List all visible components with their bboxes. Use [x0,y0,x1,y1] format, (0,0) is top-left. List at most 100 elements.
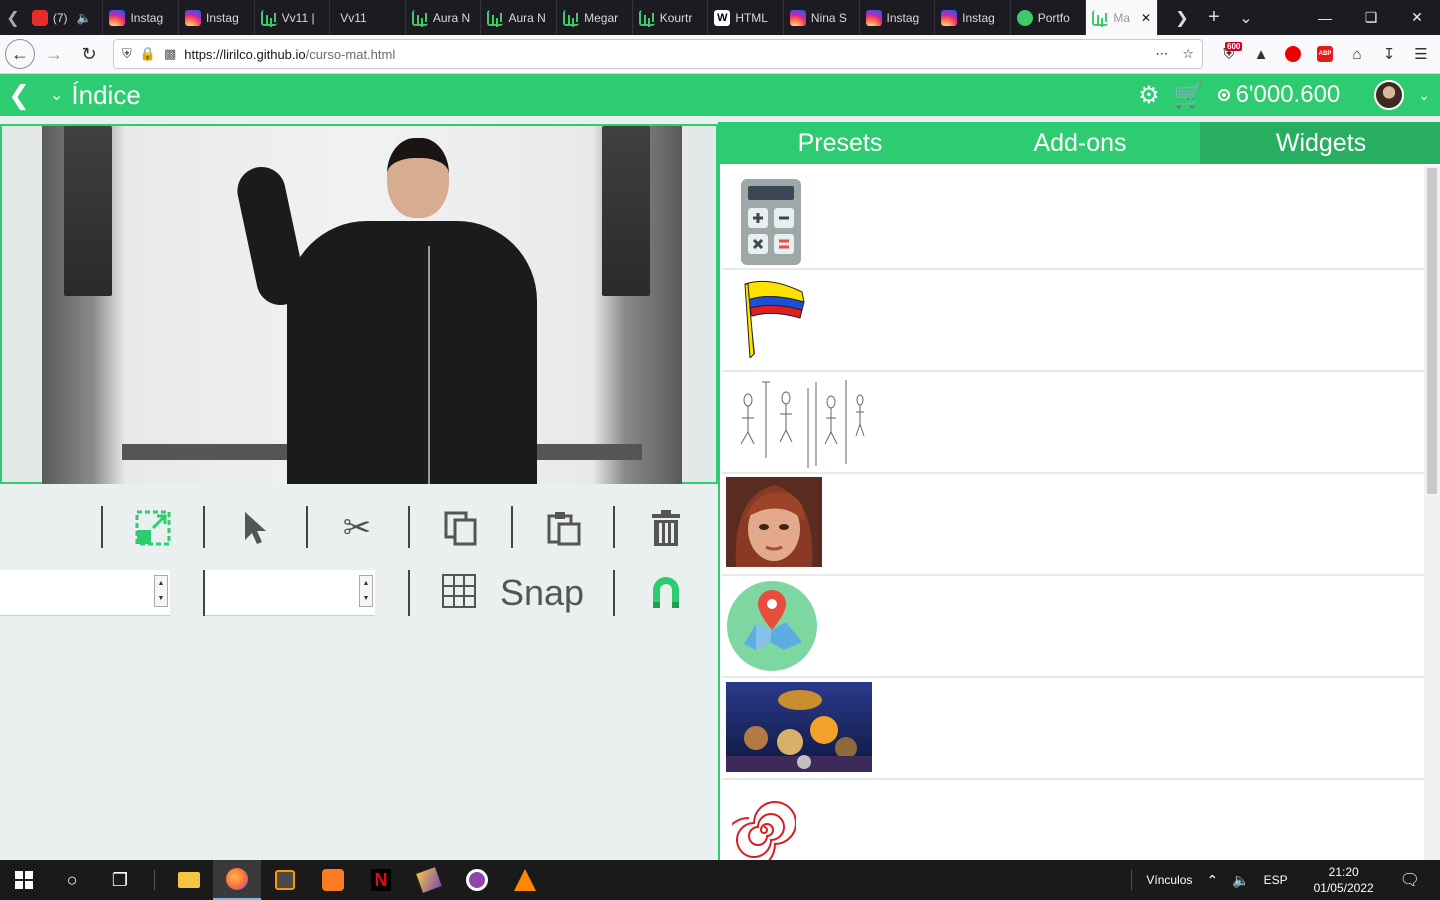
back-chevron-icon[interactable]: ❮ [0,80,38,111]
browser-tab-active[interactable]: Ma ✕ [1086,0,1158,35]
links-toolbar[interactable]: Vínculos [1146,873,1192,887]
language-indicator[interactable]: ESP [1264,873,1288,887]
chevron-down-icon[interactable]: ⌄ [50,85,63,105]
avatar[interactable] [1374,80,1405,110]
forward-icon[interactable]: → [38,38,70,70]
widget-calculator[interactable] [722,168,1424,270]
url-bar[interactable]: ⛨ 🔒 ▩ https://lirilco.github.io/curso-ma… [113,39,1203,69]
header-actions: ⚙ 🛒 6'000.600 ⌄ [1138,80,1440,110]
browser-tab[interactable]: Aura N [406,0,482,35]
permissions-icon[interactable]: ▩ [164,46,176,62]
tab-presets[interactable]: Presets [720,122,960,164]
extension-shield-icon[interactable]: ⛨ 600 [1213,41,1245,63]
browser-tab[interactable]: Instag [935,0,1011,35]
vlc-icon[interactable] [501,860,549,900]
notifications-icon[interactable]: 🗨 [1400,870,1420,890]
tab-widgets[interactable]: Widgets [1200,122,1440,164]
browser-tab[interactable]: Vv11 | [255,0,331,35]
reload-icon[interactable]: ↻ [73,38,105,70]
volume-icon[interactable]: 🔈 [1232,872,1249,889]
browser-tab[interactable]: Vv11 [330,0,406,35]
scrollbar-thumb[interactable] [1427,168,1437,494]
menu-icon[interactable]: ☰ [1405,45,1437,63]
copy-icon[interactable] [440,508,482,548]
trash-icon[interactable] [645,508,687,548]
file-explorer-icon[interactable] [165,860,213,900]
url-host: https://lirilco.github.io [184,46,306,62]
close-tab-icon[interactable]: ✕ [1141,11,1151,25]
browser-tab[interactable]: Portfo [1011,0,1087,35]
new-tab-icon[interactable]: + [1198,6,1230,29]
tab-scroll-left-icon[interactable]: ❮ [0,0,26,35]
task-view-icon[interactable]: ❐ [96,860,144,900]
winrar-icon[interactable] [405,860,453,900]
snap-label[interactable]: Snap [500,572,584,614]
browser-tab[interactable]: W HTML [708,0,784,35]
instagram-icon [789,9,806,26]
cut-icon[interactable]: ✂ [336,508,378,548]
x-position-input[interactable]: ▲ ▼ [0,570,170,616]
download-icon[interactable]: ↧ [1373,45,1405,63]
extension-mask-icon[interactable]: ▲ [1245,46,1277,63]
widget-map[interactable] [722,576,1424,678]
y-spinner[interactable]: ▲ ▼ [359,575,373,607]
back-icon[interactable]: ← [5,39,35,69]
browser-tab[interactable]: Kourtr [633,0,709,35]
editor-panel: ✂ ▲ ▼ ▲ ▼ Snap [0,122,718,860]
speaker-icon[interactable]: 🔈 [77,11,92,25]
more-actions-icon[interactable]: ⋯ [1155,46,1168,62]
browser-tab[interactable]: Megar [557,0,633,35]
widget-list-scrollbar[interactable] [1424,166,1440,860]
band-artwork-image [726,682,872,772]
paste-icon[interactable] [543,508,585,548]
system-tray: Vínculos ⌃ 🔈 ESP 21:20 01/05/2022 🗨 [1131,864,1440,896]
gear-icon[interactable]: ⚙ [1138,81,1160,110]
browser-tab[interactable]: Nina S [784,0,860,35]
cart-icon[interactable]: 🛒 [1174,81,1204,110]
widget-flag[interactable] [722,270,1424,372]
tab-scroll-right-icon[interactable]: ❯ [1166,8,1198,28]
edit-toolbar: ✂ ▲ ▼ ▲ ▼ Snap [0,492,718,616]
netflix-icon[interactable]: N [357,860,405,900]
windows-start-icon[interactable] [0,860,48,900]
tray-chevron-icon[interactable]: ⌃ [1206,872,1218,889]
bookmark-star-icon[interactable]: ☆ [1182,46,1194,62]
tab-list-chevron-icon[interactable]: ⌄ [1230,8,1262,28]
browser-tab[interactable]: Instag [179,0,255,35]
widget-sketches[interactable] [722,372,1424,474]
home-icon[interactable]: ⌂ [1341,46,1373,63]
browser-tab[interactable]: (7) 🔈 [26,0,104,35]
restore-icon[interactable]: ❏ [1348,9,1394,26]
close-window-icon[interactable]: ✕ [1394,9,1440,26]
ublock-icon[interactable] [1277,46,1309,62]
x-spinner[interactable]: ▲ ▼ [154,575,168,607]
video-player[interactable] [0,124,718,484]
minimize-icon[interactable]: — [1302,10,1348,26]
browser-tab[interactable]: Instag [860,0,936,35]
clock[interactable]: 21:20 01/05/2022 [1314,864,1374,896]
widget-portrait[interactable] [722,474,1424,576]
pointer-icon[interactable] [234,508,276,548]
video-frame [42,126,682,484]
widget-artwork[interactable] [722,678,1424,780]
adblock-icon[interactable]: ABP [1309,46,1341,62]
xampp-icon[interactable] [309,860,357,900]
colombia-flag-icon [744,280,805,358]
magnet-icon[interactable] [645,572,687,612]
lock-icon[interactable]: 🔒 [140,46,156,62]
firefox-icon[interactable] [213,860,261,900]
browser-tab[interactable]: Aura N [481,0,558,35]
search-icon[interactable]: ○ [48,860,96,900]
widget-spiral[interactable] [722,780,1424,860]
bars-icon [487,9,504,26]
github-icon[interactable] [453,860,501,900]
resize-icon[interactable] [132,508,174,548]
avatar-chevron-icon[interactable]: ⌄ [1418,87,1430,104]
y-position-input[interactable]: ▲ ▼ [205,570,375,616]
page-title[interactable]: Índice [71,80,140,111]
grid-icon[interactable] [440,572,478,610]
shield-icon[interactable]: ⛨ [122,46,132,62]
sublime-text-icon[interactable] [261,860,309,900]
tab-addons[interactable]: Add-ons [960,122,1200,164]
browser-tab[interactable]: Instag [103,0,180,35]
